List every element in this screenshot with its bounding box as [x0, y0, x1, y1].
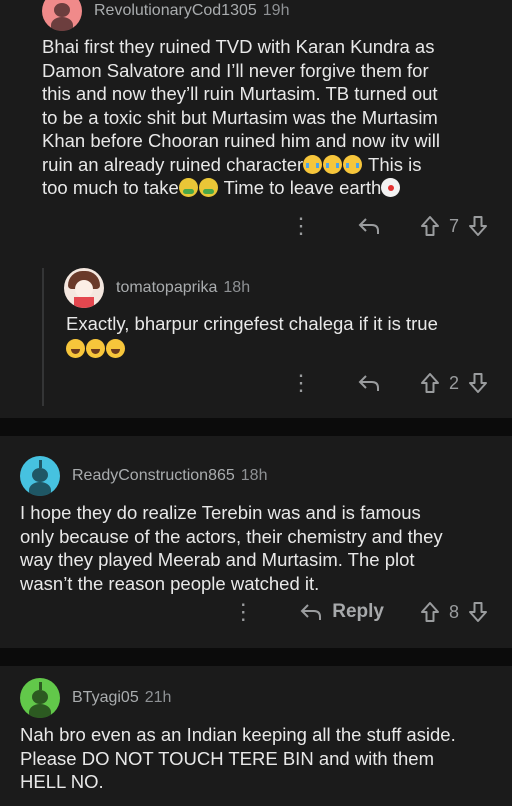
comment-card: BTyagi05 21h Nah bro even as an Indian k…	[0, 666, 512, 806]
comment-line: Damon Salvatore and I’ll never forgive t…	[42, 59, 429, 81]
comment-header: ReadyConstruction865 18h	[20, 456, 267, 496]
reply-button[interactable]: Reply	[300, 601, 384, 623]
reply-arrow-icon[interactable]	[358, 216, 380, 236]
timestamp: 18h	[240, 467, 268, 484]
nauseated-emoji-icon	[178, 178, 198, 197]
comment-line: Exactly, bharpur cringefest chalega if i…	[66, 313, 438, 334]
user-avatar[interactable]	[42, 0, 82, 31]
comment-body: Exactly, bharpur cringefest chalega if i…	[66, 312, 496, 360]
comment-actions: ⋮ 2	[290, 372, 488, 394]
comment-separator	[0, 418, 512, 436]
upvote-arrow-icon[interactable]	[420, 215, 440, 237]
crying-emoji-icon	[323, 154, 343, 174]
comment-line: ruin an already ruined character This is	[42, 153, 422, 175]
comment-header: RevolutionaryCod1305 19h	[42, 0, 289, 31]
comment-line: to be a toxic shit but Murtasim was the …	[42, 106, 438, 128]
vertical-dots-icon[interactable]: ⋮	[290, 372, 312, 394]
clown-emoji-icon	[381, 178, 401, 197]
comment-body: I hope they do realize Terebin was and i…	[20, 501, 505, 595]
comment-line: Please DO NOT TOUCH TERE BIN and with th…	[20, 747, 434, 769]
comment-line: Khan before Chooran ruined him and now i…	[42, 130, 440, 151]
downvote-arrow-icon[interactable]	[468, 215, 488, 237]
comment-line: this and now they’ll ruin Murtasim. TB t…	[42, 83, 438, 104]
comment-body: Bhai first they ruined TVD with Karan Ku…	[42, 35, 502, 200]
username[interactable]: RevolutionaryCod1305	[94, 2, 257, 20]
user-avatar[interactable]	[20, 678, 60, 718]
comment-header: BTyagi05 21h	[20, 678, 171, 718]
comment-line: wasn’t the reason people watched it.	[20, 572, 320, 594]
comment-line: way they played Meerab and Murtasim. The…	[20, 549, 415, 570]
comment-actions: ⋮ Reply 8	[232, 601, 488, 623]
reply-label: Reply	[332, 601, 384, 622]
user-avatar[interactable]	[20, 456, 60, 496]
comment-header: tomatopaprika 18h	[64, 268, 250, 308]
username[interactable]: tomatopaprika	[116, 279, 217, 297]
reply-arrow-icon[interactable]	[358, 373, 380, 393]
crying-emoji-icon	[303, 154, 323, 174]
comment-line: Nah bro even as an Indian keeping all th…	[20, 724, 456, 745]
timestamp: 18h	[223, 279, 251, 296]
comment-line: Bhai first they ruined TVD with Karan Ku…	[42, 36, 435, 57]
crying-emoji-icon	[343, 154, 363, 174]
vote-count: 8	[448, 601, 459, 622]
nauseated-emoji-icon	[198, 178, 218, 197]
username[interactable]: BTyagi05	[72, 689, 139, 707]
comment-card: ReadyConstruction865 18h I hope they do …	[0, 436, 512, 648]
thread-line	[42, 268, 44, 406]
vote-count: 7	[448, 215, 459, 236]
user-avatar[interactable]	[64, 268, 104, 308]
comment-actions: ⋮ 7	[290, 215, 488, 237]
comment-line	[66, 337, 496, 361]
timestamp: 21h	[144, 689, 172, 706]
vertical-dots-icon[interactable]: ⋮	[290, 215, 312, 237]
timestamp: 19h	[262, 2, 290, 19]
rofl-emoji-icon	[106, 338, 125, 358]
reply-comment-card: tomatopaprika 18h Exactly, bharpur cring…	[0, 262, 512, 418]
vertical-dots-icon[interactable]: ⋮	[232, 601, 254, 623]
reply-arrow-icon	[300, 604, 322, 620]
downvote-arrow-icon[interactable]	[468, 372, 488, 394]
comment-body: Nah bro even as an Indian keeping all th…	[20, 723, 510, 794]
comment-line: only because of the actors, their chemis…	[20, 525, 443, 547]
upvote-arrow-icon[interactable]	[420, 601, 440, 623]
upvote-arrow-icon[interactable]	[420, 372, 440, 394]
downvote-arrow-icon[interactable]	[468, 601, 488, 623]
comment-card: RevolutionaryCod1305 19h Bhai first they…	[0, 0, 512, 262]
vote-count: 2	[448, 372, 459, 393]
rofl-emoji-icon	[86, 338, 105, 358]
comment-line: I hope they do realize Terebin was and i…	[20, 502, 421, 523]
rofl-emoji-icon	[66, 338, 85, 358]
comment-separator	[0, 648, 512, 666]
comment-line: too much to take Time to leave earth	[42, 176, 502, 200]
username[interactable]: ReadyConstruction865	[72, 467, 235, 485]
